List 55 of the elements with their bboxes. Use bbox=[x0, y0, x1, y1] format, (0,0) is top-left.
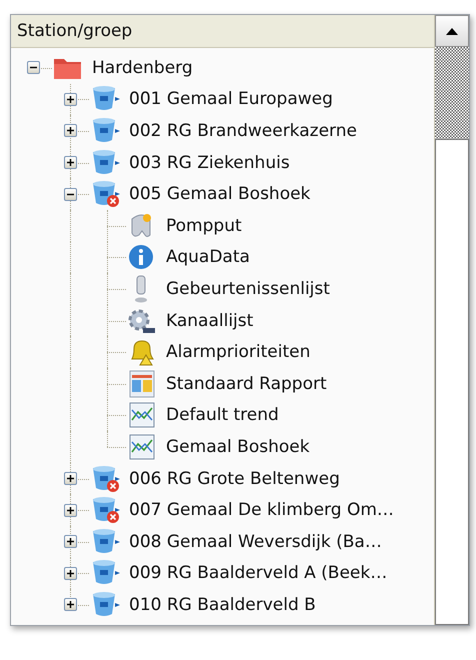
gear-icon bbox=[128, 309, 155, 333]
expand-toggle[interactable] bbox=[64, 504, 77, 517]
tree-item[interactable]: AquaData bbox=[166, 247, 250, 268]
plus-icon bbox=[66, 126, 75, 136]
tree-item[interactable]: 003 RG Ziekenhuis bbox=[129, 152, 290, 173]
trend-chart-icon bbox=[130, 434, 154, 460]
expand-toggle[interactable] bbox=[64, 92, 77, 106]
tree-item[interactable]: Hardenberg bbox=[92, 58, 193, 78]
expand-toggle[interactable] bbox=[64, 566, 77, 580]
tree-item[interactable]: 007 Gemaal De klimberg Om… bbox=[129, 500, 394, 520]
pump-station-icon bbox=[93, 528, 120, 553]
tank-icon bbox=[132, 214, 151, 237]
bell-icon bbox=[132, 340, 154, 366]
plus-icon bbox=[66, 158, 75, 168]
pump-station-icon bbox=[93, 118, 120, 142]
pump-station-icon bbox=[93, 86, 120, 110]
plus-icon bbox=[66, 568, 75, 578]
plus-icon bbox=[66, 94, 75, 104]
tree-item[interactable]: 002 RG Brandweerkazerne bbox=[129, 120, 357, 141]
expand-toggle[interactable] bbox=[64, 472, 77, 486]
tree-item[interactable]: Kanaallijst bbox=[166, 310, 254, 331]
column-header[interactable]: Station/groep bbox=[11, 15, 434, 48]
expand-toggle[interactable] bbox=[64, 188, 77, 201]
tree-item[interactable]: Pompput bbox=[166, 216, 242, 236]
folder-icon bbox=[54, 58, 81, 79]
scrollbar-thumb[interactable] bbox=[435, 139, 469, 625]
expand-toggle[interactable] bbox=[64, 535, 77, 548]
tree-item[interactable]: 010 RG Baalderveld B bbox=[129, 594, 316, 615]
tree-item[interactable]: Gemaal Boshoek bbox=[166, 436, 310, 457]
plus-icon bbox=[66, 506, 75, 515]
scroll-up-button[interactable] bbox=[435, 15, 469, 47]
exclamation-icon bbox=[135, 275, 147, 302]
tree-item[interactable]: 005 Gemaal Boshoek bbox=[129, 184, 310, 204]
tree-item[interactable]: 008 Gemaal Weversdijk (Ba… bbox=[129, 532, 382, 552]
pump-station-icon bbox=[93, 592, 120, 616]
expand-toggle[interactable] bbox=[27, 61, 40, 74]
pump-station-icon bbox=[93, 560, 120, 584]
tree-item[interactable]: Standaard Rapport bbox=[166, 374, 327, 394]
tree-item[interactable]: Gebeurtenissenlijst bbox=[166, 278, 330, 299]
plus-icon bbox=[66, 537, 75, 546]
expand-toggle[interactable] bbox=[64, 124, 77, 138]
tree-item[interactable]: 001 Gemaal Europaweg bbox=[129, 89, 333, 110]
expand-toggle[interactable] bbox=[64, 156, 77, 170]
trend-chart-icon bbox=[130, 402, 154, 428]
pump-station-icon bbox=[93, 150, 120, 174]
report-icon bbox=[130, 370, 154, 398]
expand-toggle[interactable] bbox=[64, 598, 77, 612]
tree-item[interactable]: Default trend bbox=[166, 405, 279, 426]
plus-icon bbox=[66, 600, 75, 610]
info-icon bbox=[129, 245, 153, 270]
tree-item[interactable]: Alarmprioriteiten bbox=[166, 342, 310, 362]
plus-icon bbox=[66, 474, 75, 484]
up-arrow-icon bbox=[446, 28, 458, 34]
tree-item[interactable]: 009 RG Baalderveld A (Beek… bbox=[129, 563, 388, 584]
tree-item[interactable]: 006 RG Grote Beltenweg bbox=[129, 468, 340, 489]
